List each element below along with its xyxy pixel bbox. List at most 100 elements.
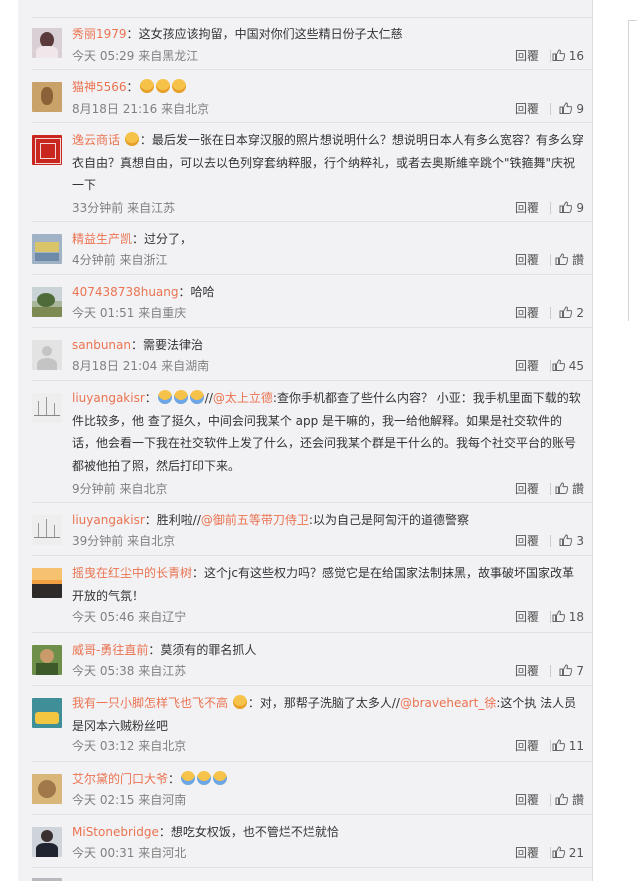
reply-button[interactable]: 回覆 — [515, 47, 539, 65]
like-button[interactable]: 3 — [559, 532, 584, 550]
comment-username[interactable]: MiStonebridge — [72, 825, 159, 839]
thumbs-up-icon — [552, 359, 565, 371]
comment-item: liuyangakisr：胜利啦//@御前五等带刀侍卫:以为自己是阿訇汗的道德警… — [18, 503, 592, 556]
flame-emoji-icon — [232, 695, 247, 709]
reply-button[interactable]: 回覆 — [515, 357, 539, 375]
flame-emoji-icon — [124, 132, 139, 146]
reply-button[interactable]: 回覆 — [515, 608, 539, 626]
thumbs-up-icon — [559, 664, 573, 676]
comment-username[interactable]: 精益生产凯 — [72, 232, 132, 246]
avatar[interactable] — [32, 393, 62, 423]
thumbs-up-icon — [559, 534, 573, 546]
comment-username[interactable]: 我有一只小脚怎样飞也飞不高 — [72, 696, 228, 710]
comment-item: 我有一只小脚怎样飞也飞不高 ：对，那帮子洗脑了太多人//@braveheart_… — [18, 686, 592, 762]
like-button[interactable]: 18 — [552, 608, 584, 626]
comment-text: 过分了， — [144, 232, 193, 246]
sweat-emoji-icon — [173, 390, 188, 404]
like-button[interactable]: 讚 — [555, 791, 584, 809]
avatar[interactable] — [32, 340, 62, 370]
avatar[interactable] — [32, 698, 62, 728]
avatar[interactable] — [32, 234, 62, 264]
like-button[interactable]: 讚 — [555, 251, 584, 269]
shocked-emoji-icon — [155, 79, 170, 93]
comment-item: 逸云商话 ：最后发一张在日本穿汉服的照片想说明什么？想说明日本人有多么宽容？有多… — [18, 123, 592, 222]
reply-button[interactable]: 回覆 — [515, 532, 539, 550]
comment-item: 艾尔黛的门口大爷： 今天 02:15 来自河南 回覆 讚 — [18, 762, 592, 815]
like-button[interactable]: 讚 — [555, 480, 584, 498]
comment-username[interactable]: 407438738huang — [72, 285, 179, 299]
comment-username[interactable]: 艾尔黛的门口大爷 — [72, 772, 168, 786]
scrollbar-area[interactable] — [593, 0, 637, 881]
avatar[interactable] — [32, 645, 62, 675]
comment-item: 秀丽1979：这女孩应该拘留，中国对你们这些精日份子太仁慈 今天 05:29 来… — [18, 18, 592, 70]
thumbs-up-icon — [555, 793, 568, 805]
mention-link[interactable]: @御前五等带刀侍卫 — [201, 513, 309, 527]
reply-button[interactable]: 回覆 — [515, 791, 539, 809]
comment-username[interactable]: 逸云商话 — [72, 133, 120, 147]
comment-meta: 今天 03:12 来自北京 — [72, 739, 187, 753]
like-button[interactable]: 9 — [559, 100, 584, 118]
comment-panel: 秀丽1979：这女孩应该拘留，中国对你们这些精日份子太仁慈 今天 05:29 来… — [18, 0, 593, 881]
reply-button[interactable]: 回覆 — [515, 100, 539, 118]
comment-item: MiStonebridge：想吃女权饭，也不管烂不烂就恰 今天 00:31 来自… — [18, 815, 592, 868]
like-button[interactable]: 21 — [552, 844, 584, 862]
reply-button[interactable]: 回覆 — [515, 199, 539, 217]
thumbs-up-icon — [555, 253, 568, 265]
comment-text: :以为自己是阿訇汗的道德警察 — [308, 513, 469, 527]
like-button[interactable]: 11 — [552, 737, 584, 755]
comment-item: 407438738huang：哈哈 今天 01:51 来自重庆 回覆 2 — [18, 275, 592, 328]
thumbs-up-icon — [555, 482, 568, 494]
thumbs-up-icon — [552, 739, 565, 751]
comment-username[interactable]: sanbunan — [72, 338, 131, 352]
avatar[interactable] — [32, 568, 62, 598]
comment-meta: 8月18日 21:16 来自北京 — [72, 102, 210, 116]
mention-link[interactable]: @太上立德 — [213, 391, 273, 405]
like-button[interactable]: 16 — [552, 47, 584, 65]
comment-username[interactable]: 摇曳在红尘中的长青树 — [72, 566, 192, 580]
thumbs-up-icon — [559, 201, 573, 213]
like-button[interactable]: 45 — [552, 357, 584, 375]
comment-meta: 4分钟前 来自浙江 — [72, 253, 168, 267]
comment-meta: 今天 05:29 来自黑龙江 — [72, 49, 199, 63]
comment-meta: 今天 05:38 来自江苏 — [72, 664, 187, 678]
sweat-emoji-icon — [157, 390, 172, 404]
shocked-emoji-icon — [171, 79, 186, 93]
reply-button[interactable]: 回覆 — [515, 304, 539, 322]
comment-username[interactable]: liuyangakisr — [72, 391, 145, 405]
avatar[interactable] — [32, 515, 62, 545]
avatar[interactable] — [32, 827, 62, 857]
mention-link[interactable]: @braveheart_徐 — [400, 696, 496, 710]
avatar[interactable] — [32, 135, 62, 165]
comment-item: 猫神5566： 8月18日 21:16 来自北京 回覆 9 — [18, 70, 592, 123]
avatar[interactable] — [32, 287, 62, 317]
comment-username[interactable]: 秀丽1979 — [72, 27, 127, 41]
comment-text: 哈哈 — [190, 285, 215, 299]
comment-meta: 39分钟前 来自北京 — [72, 534, 176, 548]
like-button[interactable]: 2 — [559, 304, 584, 322]
comment-text: 想吃女权饭，也不管烂不烂就恰 — [170, 825, 339, 839]
reply-button[interactable]: 回覆 — [515, 662, 539, 680]
comment-item: 摇曳在红尘中的长青树：这个jc有这些权力吗？感觉它是在给国家法制抹黑，故事破坏国… — [18, 556, 592, 633]
reply-button[interactable]: 回覆 — [515, 480, 539, 498]
comment-meta: 今天 00:31 来自河北 — [72, 846, 187, 860]
reply-button[interactable]: 回覆 — [515, 251, 539, 269]
reply-button[interactable]: 回覆 — [515, 844, 539, 862]
comment-meta: 8月18日 21:04 来自湖南 — [72, 359, 210, 373]
comment-item: sanbunan：需要法律治 8月18日 21:04 来自湖南 回覆 45 — [18, 328, 592, 381]
avatar[interactable] — [32, 28, 62, 58]
comment-username[interactable]: liuyangakisr — [72, 513, 145, 527]
comment-username[interactable]: 威哥-勇往直前 — [72, 643, 148, 657]
avatar[interactable] — [32, 774, 62, 804]
comment-meta: 今天 05:46 来自辽宁 — [72, 610, 187, 624]
reply-button[interactable]: 回覆 — [515, 737, 539, 755]
comment-text: 需要法律治 — [143, 338, 204, 352]
comment-username[interactable]: 猫神5566 — [72, 80, 127, 94]
thumbs-up-icon — [552, 610, 565, 622]
thumbs-up-icon — [559, 306, 573, 318]
thumbs-up-icon — [559, 102, 573, 114]
comment-meta: 今天 02:15 来自河南 — [72, 793, 187, 807]
like-button[interactable]: 9 — [559, 199, 584, 217]
thumbs-up-icon — [552, 49, 565, 61]
like-button[interactable]: 7 — [559, 662, 584, 680]
avatar[interactable] — [32, 82, 62, 112]
